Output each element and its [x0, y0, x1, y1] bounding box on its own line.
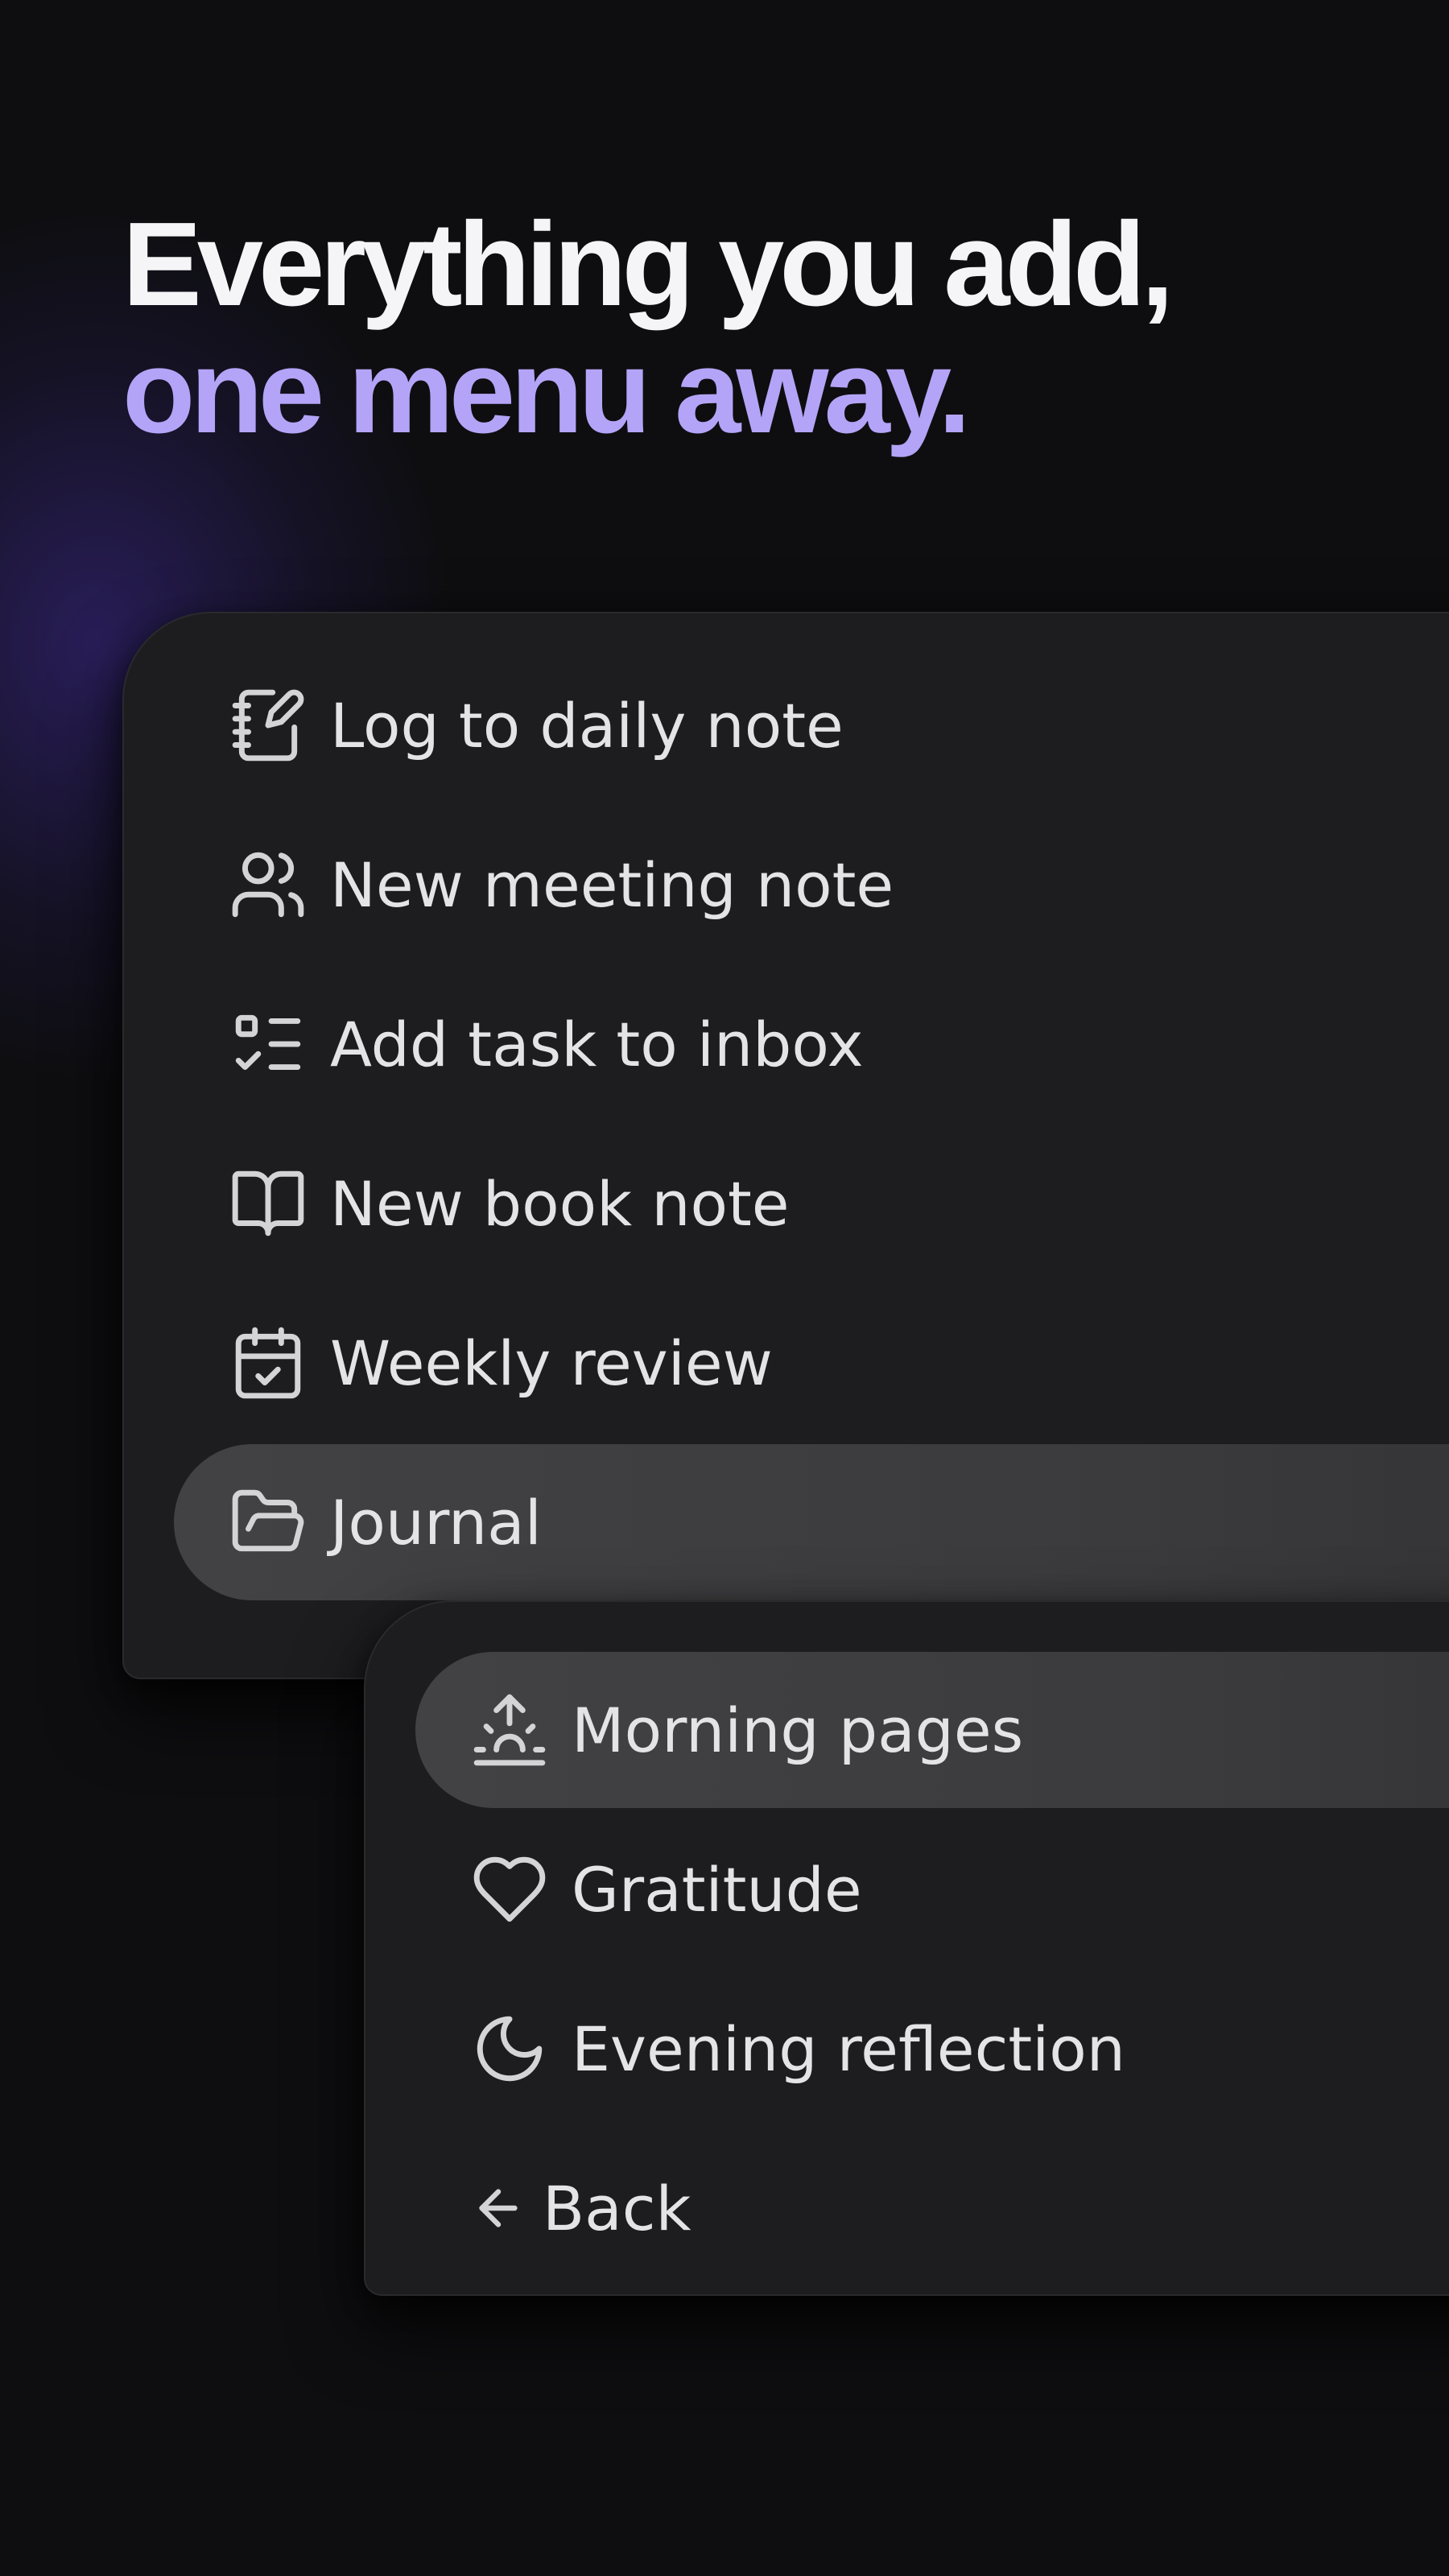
checklist-icon — [229, 1005, 308, 1084]
arrow-left-icon — [470, 2169, 526, 2248]
back-label: Back — [543, 2172, 691, 2244]
promo-screen: Everything you add, one menu away. Log t… — [0, 0, 1449, 2576]
submenu-back-button[interactable]: Back — [415, 2130, 1449, 2286]
sunrise-icon — [470, 1690, 549, 1769]
submenu-item-label: Morning pages — [572, 1694, 1024, 1766]
menu-item-label: New book note — [330, 1167, 790, 1240]
menu-item-label: Journal — [330, 1486, 542, 1558]
submenu-item-evening-reflection[interactable]: Evening reflection — [415, 1971, 1449, 2127]
folder-open-icon — [229, 1483, 308, 1562]
book-open-icon — [229, 1164, 308, 1243]
submenu-item-gratitude[interactable]: Gratitude — [415, 1811, 1449, 1967]
calendar-check-icon — [229, 1323, 308, 1402]
menu-item-label: Log to daily note — [330, 689, 844, 762]
moon-icon — [470, 2009, 549, 2088]
menu-item-label: Add task to inbox — [330, 1008, 864, 1080]
menu-item-log-daily-note[interactable]: Log to daily note — [174, 647, 1449, 803]
headline-line-1: Everything you add, — [122, 198, 1174, 331]
menu-item-add-task-inbox[interactable]: Add task to inbox — [174, 966, 1449, 1122]
menu-item-label: Weekly review — [330, 1327, 773, 1399]
notebook-pen-icon — [229, 686, 308, 765]
menu-item-label: New meeting note — [330, 848, 894, 921]
heart-icon — [470, 1850, 549, 1929]
headline-line-2: one menu away. — [122, 325, 971, 458]
menu-item-new-meeting-note[interactable]: New meeting note — [174, 807, 1449, 963]
submenu-item-label: Evening reflection — [572, 2013, 1125, 2085]
menu-item-new-book-note[interactable]: New book note — [174, 1125, 1449, 1282]
submenu-item-morning-pages[interactable]: Morning pages — [415, 1652, 1449, 1808]
menu-item-journal[interactable]: Journal — [174, 1444, 1449, 1600]
menu-item-weekly-review[interactable]: Weekly review — [174, 1285, 1449, 1441]
main-menu: Log to daily note New meeting note Add t… — [122, 612, 1449, 1679]
users-icon — [229, 845, 308, 924]
submenu-item-label: Gratitude — [572, 1853, 862, 1926]
headline: Everything you add, one menu away. — [122, 198, 1174, 458]
journal-submenu: Morning pages Gratitude Evening reflecti… — [364, 1600, 1449, 2296]
